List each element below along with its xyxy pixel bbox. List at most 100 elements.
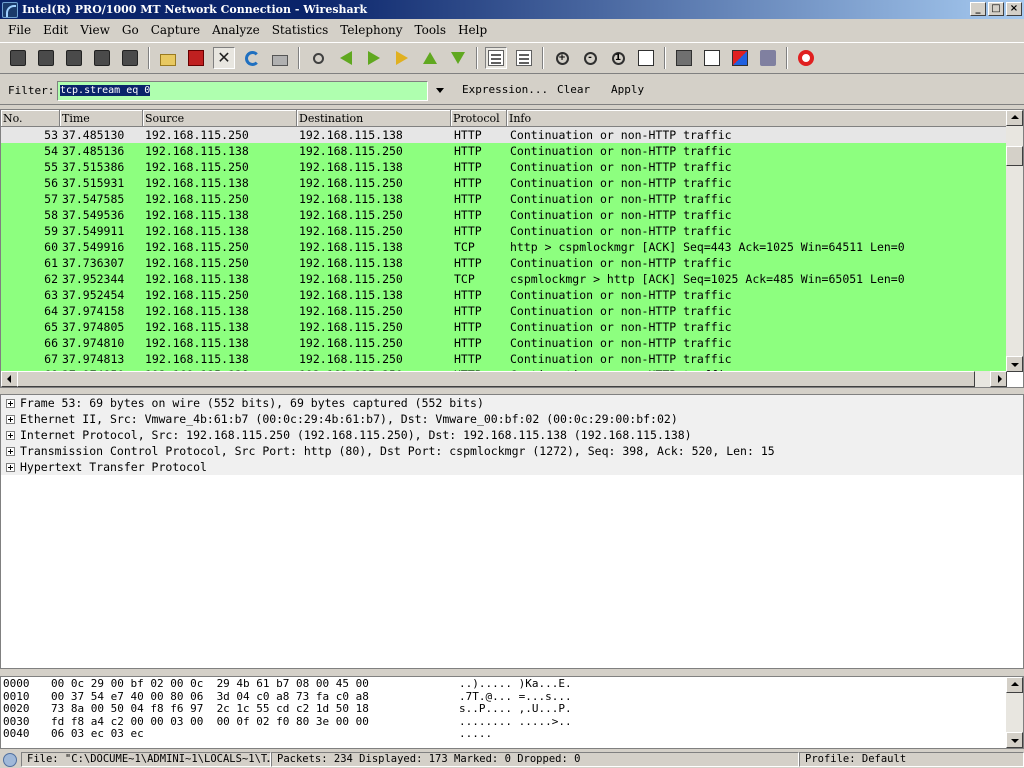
packet-row[interactable]: 66 37.974810 192.168.115.138 192.168.115.25… bbox=[1, 335, 1007, 351]
expand-icon[interactable] bbox=[6, 430, 15, 440]
packet-row[interactable]: 57 37.547585 192.168.115.250 192.168.115.13… bbox=[1, 191, 1007, 207]
colorize-button[interactable] bbox=[485, 47, 507, 69]
help-button[interactable] bbox=[795, 47, 817, 69]
menu-edit[interactable]: Edit bbox=[37, 23, 74, 37]
detail-row-http[interactable]: Hypertext Transfer Protocol bbox=[1, 459, 1023, 475]
packet-row[interactable]: 59 37.549911 192.168.115.138 192.168.115.25… bbox=[1, 223, 1007, 239]
bytes-hex[interactable]: 00 0c 29 00 bf 02 00 0c 29 4b 61 b7 08 0… bbox=[51, 677, 459, 691]
print-button[interactable] bbox=[269, 47, 291, 69]
expand-icon[interactable] bbox=[6, 446, 15, 456]
minimize-button[interactable]: _ bbox=[970, 2, 986, 16]
bytes-offset[interactable]: 0040 bbox=[3, 728, 51, 741]
detail-row-ethernet[interactable]: Ethernet II, Src: Vmware_4b:61:b7 (00:0c… bbox=[1, 411, 1023, 427]
packet-row[interactable]: 55 37.515386 192.168.115.250 192.168.115.13… bbox=[1, 159, 1007, 175]
expand-icon[interactable] bbox=[6, 414, 15, 424]
packet-row[interactable]: 63 37.952454 192.168.115.250 192.168.115.13… bbox=[1, 287, 1007, 303]
auto-scroll-button[interactable] bbox=[513, 47, 535, 69]
coloring-rules-button[interactable] bbox=[729, 47, 751, 69]
bytes-hex[interactable]: 06 03 ec 03 ec bbox=[51, 728, 459, 741]
filter-input[interactable]: tcp.stream eq 0 bbox=[57, 81, 428, 101]
packet-list-vscroll[interactable] bbox=[1006, 110, 1023, 372]
title-bar[interactable]: Intel(R) PRO/1000 MT Network Connection … bbox=[0, 0, 1024, 19]
packet-row[interactable]: 65 37.974805 192.168.115.138 192.168.115.25… bbox=[1, 319, 1007, 335]
scroll-down-button[interactable] bbox=[1006, 732, 1023, 748]
start-capture-button[interactable] bbox=[63, 47, 85, 69]
detail-row-frame[interactable]: Frame 53: 69 bytes on wire (552 bits), 6… bbox=[1, 395, 1023, 411]
scroll-right-button[interactable] bbox=[990, 371, 1007, 387]
hscroll-thumb[interactable] bbox=[17, 371, 975, 387]
menu-view[interactable]: View bbox=[74, 23, 116, 37]
interfaces-button[interactable] bbox=[7, 47, 29, 69]
packet-row[interactable]: 64 37.974158 192.168.115.138 192.168.115.25… bbox=[1, 303, 1007, 319]
close-file-button[interactable]: ✕ bbox=[213, 47, 235, 69]
packet-row[interactable]: 62 37.952344 192.168.115.138 192.168.115.25… bbox=[1, 271, 1007, 287]
packet-row[interactable]: 60 37.549916 192.168.115.250 192.168.115.13… bbox=[1, 239, 1007, 255]
bytes-ascii[interactable]: s..P.... ,.U...P. bbox=[459, 703, 572, 716]
bytes-ascii[interactable]: ..)..... )Ka...E. bbox=[459, 677, 572, 691]
detail-row-tcp[interactable]: Transmission Control Protocol, Src Port:… bbox=[1, 443, 1023, 459]
scroll-up-button[interactable] bbox=[1006, 677, 1023, 693]
close-button[interactable]: × bbox=[1006, 2, 1022, 16]
save-button[interactable] bbox=[185, 47, 207, 69]
expert-info-icon[interactable] bbox=[3, 752, 17, 767]
display-filters-button[interactable] bbox=[701, 47, 723, 69]
detail-row-ip[interactable]: Internet Protocol, Src: 192.168.115.250 … bbox=[1, 427, 1023, 443]
capture-options-button[interactable] bbox=[35, 47, 57, 69]
menu-telephony[interactable]: Telephony bbox=[334, 23, 408, 37]
filter-dropdown-icon[interactable] bbox=[436, 88, 444, 93]
menu-tools[interactable]: Tools bbox=[409, 23, 453, 37]
packet-row[interactable]: 61 37.736307 192.168.115.250 192.168.115.13… bbox=[1, 255, 1007, 271]
packet-row[interactable]: 53 37.485130 192.168.115.250 192.168.115.13… bbox=[1, 127, 1007, 143]
preferences-button[interactable] bbox=[757, 47, 779, 69]
packet-row[interactable]: 58 37.549536 192.168.115.138 192.168.115.25… bbox=[1, 207, 1007, 223]
first-packet-button[interactable] bbox=[419, 47, 441, 69]
column-header-time[interactable]: Time bbox=[60, 110, 143, 127]
packet-row[interactable]: 54 37.485136 192.168.115.138 192.168.115.25… bbox=[1, 143, 1007, 159]
column-header-no[interactable]: No. bbox=[1, 110, 60, 127]
bytes-hex[interactable]: 73 8a 00 50 04 f8 f6 97 2c 1c 55 cd c2 1… bbox=[51, 703, 459, 716]
bytes-offset[interactable]: 0000 bbox=[3, 677, 51, 691]
menu-capture[interactable]: Capture bbox=[145, 23, 206, 37]
apply-button[interactable]: Apply bbox=[611, 83, 644, 96]
bytes-offset[interactable]: 0020 bbox=[3, 703, 51, 716]
zoom-in-button[interactable]: + bbox=[551, 47, 573, 69]
stop-capture-button[interactable] bbox=[91, 47, 113, 69]
wireshark-window: Intel(R) PRO/1000 MT Network Connection … bbox=[0, 0, 1024, 768]
scroll-thumb[interactable] bbox=[1006, 146, 1023, 166]
packet-list-hscroll[interactable] bbox=[1, 371, 1007, 387]
expand-icon[interactable] bbox=[6, 398, 15, 408]
column-header-destination[interactable]: Destination bbox=[297, 110, 451, 127]
packet-row[interactable]: 67 37.974813 192.168.115.138 192.168.115.25… bbox=[1, 351, 1007, 367]
go-forward-button[interactable] bbox=[363, 47, 385, 69]
clear-button[interactable]: Clear bbox=[557, 83, 590, 96]
capture-filters-button[interactable] bbox=[673, 47, 695, 69]
scroll-up-button[interactable] bbox=[1006, 110, 1023, 126]
column-header-protocol[interactable]: Protocol bbox=[451, 110, 507, 127]
menu-file[interactable]: File bbox=[0, 23, 37, 37]
scroll-down-button[interactable] bbox=[1006, 356, 1023, 372]
packet-row[interactable]: 56 37.515931 192.168.115.138 192.168.115.25… bbox=[1, 175, 1007, 191]
menu-go[interactable]: Go bbox=[116, 23, 145, 37]
bytes-ascii[interactable]: ..... bbox=[459, 728, 492, 741]
resize-columns-button[interactable] bbox=[635, 47, 657, 69]
column-header-source[interactable]: Source bbox=[143, 110, 297, 127]
status-profile[interactable]: Profile: Default bbox=[799, 752, 1024, 767]
open-button[interactable] bbox=[157, 47, 179, 69]
restart-capture-button[interactable] bbox=[119, 47, 141, 69]
expression-button[interactable]: Expression... bbox=[462, 83, 548, 96]
scroll-left-button[interactable] bbox=[1, 371, 18, 387]
column-header-info[interactable]: Info bbox=[507, 110, 1007, 127]
menu-statistics[interactable]: Statistics bbox=[266, 23, 335, 37]
maximize-button[interactable]: □ bbox=[988, 2, 1004, 16]
bytes-vscroll[interactable] bbox=[1006, 677, 1023, 748]
go-back-button[interactable] bbox=[335, 47, 357, 69]
normal-size-button[interactable]: 1 bbox=[607, 47, 629, 69]
last-packet-button[interactable] bbox=[447, 47, 469, 69]
expand-icon[interactable] bbox=[6, 462, 15, 472]
menu-help[interactable]: Help bbox=[452, 23, 493, 37]
zoom-out-button[interactable]: - bbox=[579, 47, 601, 69]
find-packet-button[interactable] bbox=[307, 47, 329, 69]
menu-analyze[interactable]: Analyze bbox=[206, 23, 266, 37]
go-to-packet-button[interactable] bbox=[391, 47, 413, 69]
reload-button[interactable] bbox=[241, 47, 263, 69]
